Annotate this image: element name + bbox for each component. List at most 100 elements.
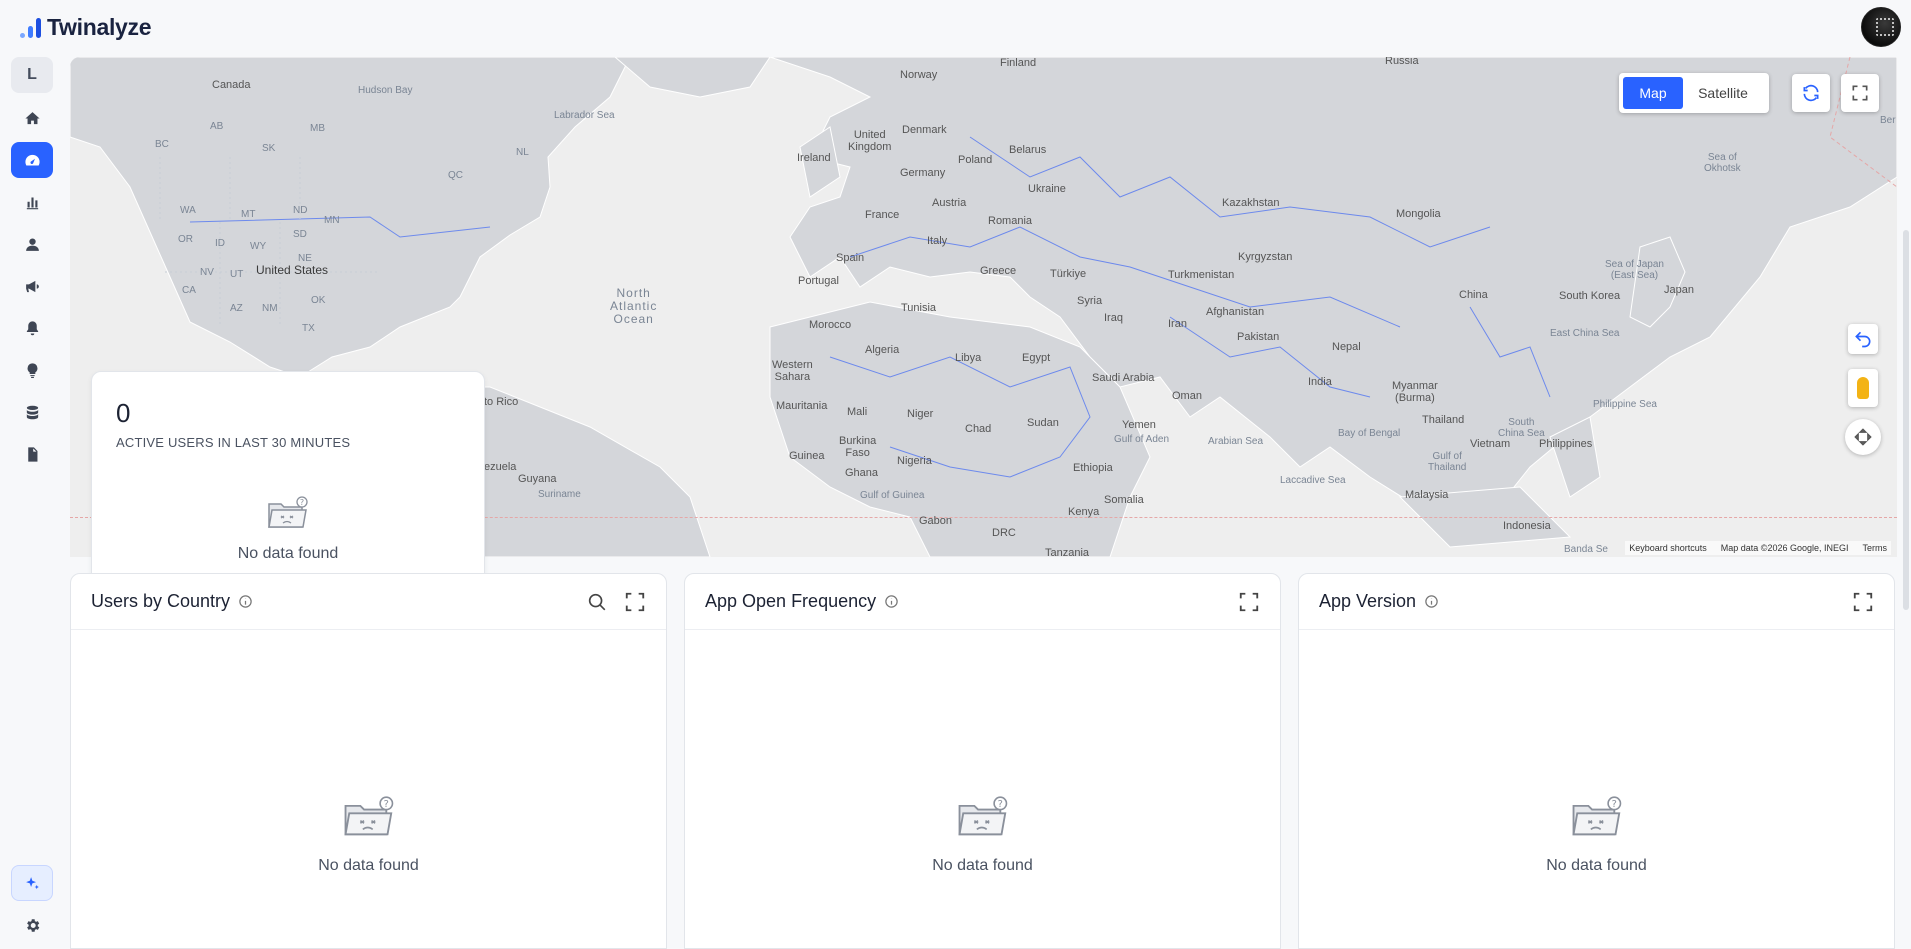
- brand-logo[interactable]: Twinalyze: [20, 14, 152, 41]
- map-label: Niger: [907, 408, 934, 420]
- expand-icon[interactable]: [1238, 591, 1260, 613]
- map-label: Gulf of Aden: [1114, 434, 1170, 445]
- map-label: Egypt: [1022, 352, 1051, 364]
- move-arrows-icon: [1854, 428, 1872, 446]
- svg-text:?: ?: [997, 799, 1002, 810]
- expand-icon[interactable]: [624, 591, 646, 613]
- sidebar-item-analytics[interactable]: [11, 184, 53, 220]
- sidebar-item-campaigns[interactable]: [11, 268, 53, 304]
- reset-view-button[interactable]: [1848, 324, 1878, 354]
- map-label: Libya: [955, 352, 982, 364]
- search-icon[interactable]: [586, 591, 608, 613]
- gear-icon: [26, 918, 39, 932]
- map-label: ND: [293, 205, 308, 216]
- map-label: Bay of Bengal: [1338, 428, 1401, 439]
- map-label: Hudson Bay: [358, 85, 413, 96]
- sidebar-item-users[interactable]: [11, 226, 53, 262]
- map-label: Indonesia: [1503, 520, 1551, 532]
- info-icon[interactable]: [1424, 594, 1439, 609]
- map-label: Oman: [1172, 390, 1202, 402]
- bell-icon: [26, 320, 38, 335]
- map-label: ID: [215, 238, 225, 249]
- map-label: Turkmenistan: [1168, 269, 1235, 281]
- map-label: MB: [310, 123, 325, 134]
- map-label: DRC: [992, 527, 1016, 539]
- map-label: Kenya: [1068, 506, 1100, 518]
- empty-folder-icon: ?: [343, 796, 393, 836]
- map-label: Russia: [1385, 57, 1419, 67]
- sidebar-item-reports[interactable]: [11, 436, 53, 472]
- page-scrollbar[interactable]: [1903, 230, 1909, 610]
- map-type-satellite-button[interactable]: Satellite: [1683, 77, 1763, 109]
- empty-folder-icon: ?: [268, 496, 308, 528]
- map-label: NM: [262, 303, 278, 314]
- logo-bars-icon: [20, 16, 41, 38]
- sidebar-item-dashboard[interactable]: [11, 142, 53, 178]
- street-view-pegman[interactable]: [1848, 369, 1878, 407]
- map-label: Malaysia: [1405, 489, 1449, 501]
- map-label: Philippine Sea: [1593, 399, 1657, 410]
- fullscreen-map-button[interactable]: [1841, 74, 1879, 112]
- map-label: OK: [311, 295, 326, 306]
- empty-state: ? No data found: [71, 796, 666, 875]
- map-label: Banda Se: [1564, 544, 1608, 555]
- active-users-count: 0: [116, 398, 131, 428]
- workspace-switcher[interactable]: L: [11, 57, 53, 93]
- bar-chart-icon: [26, 197, 38, 209]
- map-label: South Korea: [1559, 290, 1621, 302]
- map-label: Gabon: [919, 515, 953, 527]
- map-label: Guinea: [789, 450, 825, 462]
- map-label: Suriname: [538, 489, 581, 500]
- sidebar-item-home[interactable]: [11, 100, 53, 136]
- keyboard-shortcuts-link[interactable]: Keyboard shortcuts: [1629, 543, 1707, 553]
- empty-state: ? No data found: [685, 796, 1280, 875]
- sidebar-item-notifications[interactable]: [11, 310, 53, 346]
- sidebar-item-data[interactable]: [11, 394, 53, 430]
- terms-link[interactable]: Terms: [1863, 543, 1888, 553]
- map-label: Philippines: [1539, 438, 1593, 450]
- map-label: SD: [293, 229, 307, 240]
- map-label: MN: [324, 215, 340, 226]
- map-label: North Atlantic Ocean: [610, 286, 658, 326]
- map-label: Denmark: [902, 124, 947, 136]
- info-icon[interactable]: [238, 594, 253, 609]
- sidebar-item-settings[interactable]: [11, 907, 53, 943]
- map-label: Italy: [927, 235, 948, 247]
- user-avatar[interactable]: [1861, 7, 1901, 47]
- refresh-map-button[interactable]: [1792, 74, 1830, 112]
- map-label: Afghanistan: [1206, 306, 1265, 318]
- camera-control-button[interactable]: [1845, 419, 1881, 455]
- sidebar-item-insights[interactable]: [11, 352, 53, 388]
- map-label: Japan: [1664, 284, 1694, 296]
- map-label: BC: [155, 139, 169, 150]
- active-users-card: 0 ACTIVE USERS IN LAST 30 MINUTES ? No d…: [91, 371, 485, 589]
- map-label: Algeria: [865, 344, 900, 356]
- map-label: AZ: [230, 303, 243, 314]
- map-label: Nigeria: [897, 455, 932, 467]
- expand-icon[interactable]: [1852, 591, 1874, 613]
- map-label: Burkina Faso: [839, 435, 877, 459]
- map-label: UT: [230, 269, 244, 280]
- ai-assistant-button[interactable]: [11, 865, 53, 901]
- map-label: NL: [516, 147, 529, 158]
- map-label: Canada: [212, 79, 251, 91]
- active-users-label: ACTIVE USERS IN LAST 30 MINUTES: [116, 435, 351, 450]
- map-label: Thailand: [1422, 414, 1465, 426]
- refresh-icon: [1803, 84, 1819, 102]
- map-label: Labrador Sea: [554, 110, 615, 121]
- map-label: AB: [210, 121, 224, 132]
- empty-state-text: No data found: [237, 545, 339, 562]
- map-label: Myanmar (Burma): [1392, 380, 1438, 404]
- map-label: Mali: [847, 406, 868, 418]
- map-label: Nepal: [1332, 341, 1361, 353]
- info-icon[interactable]: [884, 594, 899, 609]
- app-open-frequency-widget: App Open Frequency ? No data found: [684, 573, 1281, 949]
- map-label: Ber: [1880, 115, 1896, 126]
- map-label: Germany: [900, 167, 946, 179]
- map-label: Arabian Sea: [1208, 436, 1264, 447]
- map-type-map-button[interactable]: Map: [1623, 77, 1683, 109]
- map-label: South China Sea: [1498, 417, 1545, 439]
- map-label: to Rico: [484, 396, 519, 408]
- map-label: ezuela: [484, 461, 517, 473]
- map-label: China: [1459, 289, 1488, 301]
